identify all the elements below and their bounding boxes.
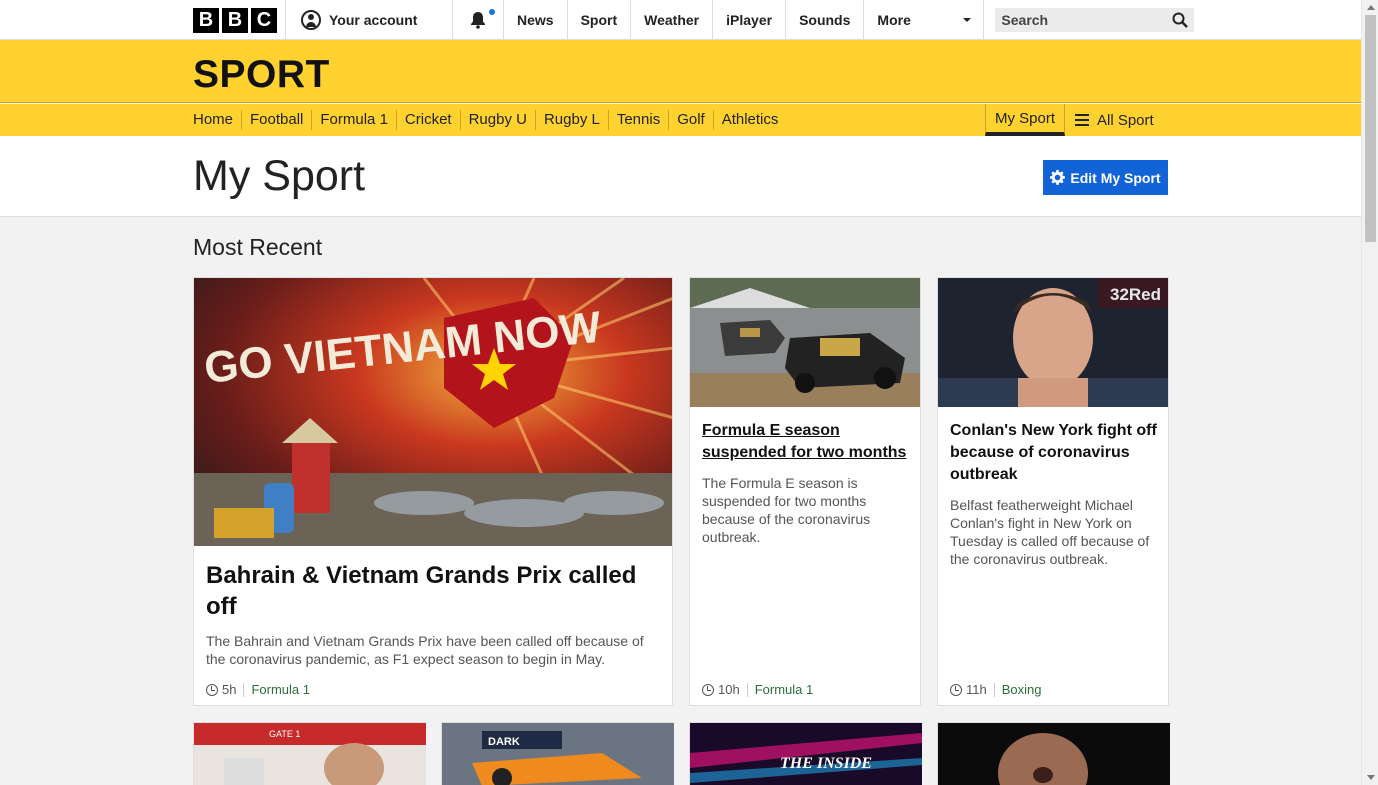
tab-my-sport[interactable]: My Sport <box>985 104 1065 136</box>
story-time: 11h <box>966 682 987 697</box>
nav-more-dropdown[interactable]: More <box>864 0 985 40</box>
story-tag[interactable]: Formula 1 <box>755 682 814 697</box>
image-text-overlay: THE INSIDE <box>780 755 872 772</box>
story-image-vietnam-gp[interactable]: GO VIETNAM NOW <box>194 278 672 546</box>
image-text-overlay: GATE 1 <box>269 729 300 739</box>
story-tag[interactable]: Formula 1 <box>251 682 310 697</box>
account-label: Your account <box>329 12 418 28</box>
sport-nav-football[interactable]: Football <box>241 110 311 130</box>
story-card[interactable]: GATE 1 <box>193 722 426 785</box>
logo-letter: B <box>193 7 219 33</box>
story-image[interactable] <box>938 723 1170 785</box>
notifications-button[interactable] <box>453 0 504 40</box>
story-time: 10h <box>718 682 740 697</box>
nav-weather[interactable]: Weather <box>631 0 714 40</box>
search-placeholder: Search <box>1001 12 1049 28</box>
search-icon[interactable] <box>1172 12 1189 28</box>
story-image[interactable]: GATE 1 <box>194 723 426 785</box>
scroll-thumb[interactable] <box>1365 15 1376 242</box>
sport-nav-rugby-union[interactable]: Rugby U <box>459 110 535 130</box>
sport-nav-cricket[interactable]: Cricket <box>395 110 460 130</box>
bbc-logo[interactable]: B B C <box>193 0 286 40</box>
scroll-up-arrow-icon[interactable] <box>1367 5 1375 10</box>
story-image[interactable]: DARK <box>442 723 674 785</box>
story-image-formula-e[interactable] <box>690 278 920 407</box>
story-card[interactable]: 32Red Conlan's New York fight off becaus… <box>937 277 1169 706</box>
page-header: My Sport Edit My Sport <box>0 136 1361 217</box>
hamburger-icon <box>1075 114 1089 126</box>
global-nav-bar: B B C Your account News Sport Weather iP… <box>0 0 1361 40</box>
story-time: 5h <box>222 682 237 697</box>
sport-header: SPORT <box>0 40 1361 103</box>
sport-nav-home[interactable]: Home <box>193 110 241 130</box>
sport-nav-golf[interactable]: Golf <box>668 110 713 130</box>
gear-icon <box>1050 170 1066 185</box>
story-tag[interactable]: Boxing <box>1002 682 1042 697</box>
story-card[interactable]: Formula E season suspended for two month… <box>689 277 921 706</box>
story-image-conlan[interactable]: 32Red <box>938 278 1168 407</box>
story-summary: The Bahrain and Vietnam Grands Prix have… <box>206 633 644 667</box>
chevron-down-icon <box>963 18 972 22</box>
clock-icon <box>206 683 218 696</box>
story-card-lead[interactable]: GO VIETNAM NOW Bahrain & Vietnam Grands … <box>193 277 673 706</box>
all-sport-label: All Sport <box>1097 111 1154 129</box>
story-headline[interactable]: Bahrain & Vietnam Grands Prix called off <box>206 560 656 622</box>
story-meta: 11h Boxing <box>950 682 1041 697</box>
scroll-down-arrow-icon[interactable] <box>1367 775 1375 780</box>
sport-nav-tennis[interactable]: Tennis <box>607 110 668 130</box>
all-sport-menu[interactable]: All Sport <box>1065 104 1168 136</box>
image-text-overlay: DARK <box>488 736 520 748</box>
clock-icon <box>702 683 714 696</box>
more-label: More <box>877 12 911 28</box>
story-image[interactable]: THE INSIDE <box>690 723 922 785</box>
page-scrollbar[interactable] <box>1361 0 1378 785</box>
nav-iplayer[interactable]: iPlayer <box>713 0 787 40</box>
sport-nav: Home Football Formula 1 Cricket Rugby U … <box>0 104 1361 136</box>
image-text-overlay: 32Red <box>1110 285 1161 304</box>
story-summary: Belfast featherweight Michael Conlan's f… <box>950 497 1150 567</box>
notification-dot <box>489 9 495 15</box>
clock-icon <box>950 683 962 696</box>
search-input[interactable]: Search <box>995 8 1195 32</box>
story-headline[interactable]: Formula E season suspended for two month… <box>702 420 912 464</box>
page-title: My Sport <box>193 152 366 200</box>
story-card[interactable]: DARK <box>441 722 674 785</box>
story-headline[interactable]: Conlan's New York fight off because of c… <box>950 420 1160 486</box>
story-summary: The Formula E season is suspended for tw… <box>702 475 871 545</box>
sport-nav-rugby-league[interactable]: Rugby L <box>534 110 608 130</box>
sport-title[interactable]: SPORT <box>193 53 330 97</box>
account-icon <box>301 10 321 30</box>
edit-my-sport-button[interactable]: Edit My Sport <box>1043 160 1168 195</box>
sport-nav-formula-1[interactable]: Formula 1 <box>311 110 396 130</box>
nav-sport[interactable]: Sport <box>568 0 632 40</box>
logo-letter: C <box>251 7 277 33</box>
section-title-most-recent: Most Recent <box>193 234 323 260</box>
story-card[interactable]: THE INSIDE <box>689 722 922 785</box>
nav-sounds[interactable]: Sounds <box>786 0 865 40</box>
edit-my-sport-label: Edit My Sport <box>1070 169 1161 186</box>
nav-news[interactable]: News <box>504 0 568 40</box>
account-link[interactable]: Your account <box>286 0 453 40</box>
story-meta: 10h Formula 1 <box>702 682 813 697</box>
sport-nav-athletics[interactable]: Athletics <box>712 110 787 130</box>
bell-icon <box>471 12 485 29</box>
logo-letter: B <box>222 7 248 33</box>
story-meta: 5h Formula 1 <box>206 682 310 697</box>
story-card[interactable] <box>937 722 1170 785</box>
